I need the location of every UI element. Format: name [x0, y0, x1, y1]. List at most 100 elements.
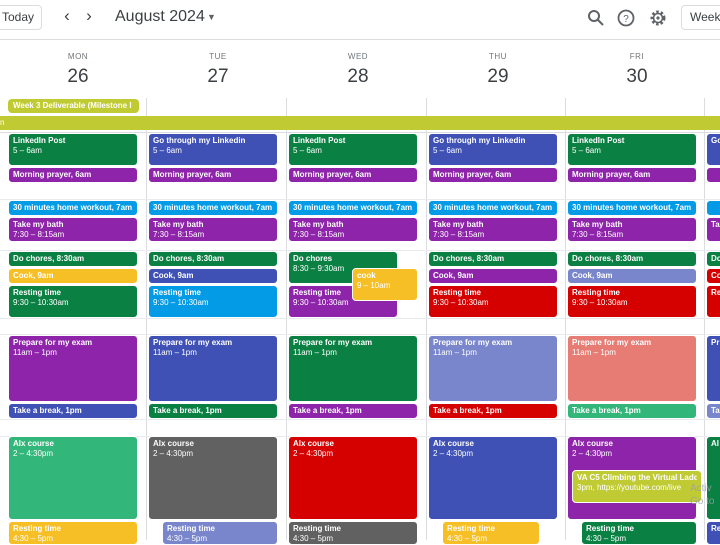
day-header-tue[interactable]: TUE 27	[148, 40, 288, 98]
event-resting-time-2[interactable]: Resting time 4:30 – 5pm	[8, 521, 138, 545]
event-resting-time-2[interactable]: Resting time 4:30 – 5pm	[288, 521, 418, 545]
event-sat-5[interactable]: Do	[706, 251, 720, 267]
event-resting-time[interactable]: Resting time 9:30 – 10:30am	[428, 285, 558, 318]
event-linkedin-post[interactable]: LinkedIn Post 5 – 6am	[567, 133, 697, 166]
event-home-workout[interactable]: 30 minutes home workout, 7am	[288, 200, 418, 216]
day-header-wed[interactable]: WED 28	[288, 40, 428, 98]
event-sat-11[interactable]: Re	[706, 521, 720, 545]
event-prepare-exam[interactable]: Prepare for my exam 11am – 1pm	[148, 335, 278, 402]
day-header-mon[interactable]: MON 26	[8, 40, 148, 98]
event-go-through-linkedin[interactable]: Go through my Linkedin 5 – 6am	[428, 133, 558, 166]
event-morning-prayer[interactable]: Morning prayer, 6am	[8, 167, 138, 183]
event-prepare-exam[interactable]: Prepare for my exam 11am – 1pm	[8, 335, 138, 402]
event-do-chores[interactable]: Do chores, 8:30am	[8, 251, 138, 267]
event-alx-course[interactable]: Alx course 2 – 4:30pm	[428, 436, 558, 520]
event-home-workout[interactable]: 30 minutes home workout, 7am	[8, 200, 138, 216]
event-title: Take a break, 1pm	[433, 406, 502, 415]
event-linkedin-post[interactable]: LinkedIn Post 5 – 6am	[8, 133, 138, 166]
event-va-climbing-ladder[interactable]: VA C5 Climbing the Virtual Ladder 3pm, h…	[572, 470, 702, 503]
event-morning-prayer[interactable]: Morning prayer, 6am	[288, 167, 418, 183]
event-sat-6[interactable]: Co	[706, 268, 720, 284]
event-cook[interactable]: Cook, 9am	[148, 268, 278, 284]
event-do-chores[interactable]: Do chores, 8:30am	[148, 251, 278, 267]
event-take-break[interactable]: Take a break, 1pm	[288, 403, 418, 419]
event-resting-time-2[interactable]: Resting time 4:30 – 5pm	[442, 521, 540, 545]
event-take-bath[interactable]: Take my bath 7:30 – 8:15am	[288, 217, 418, 242]
event-take-bath[interactable]: Take my bath 7:30 – 8:15am	[8, 217, 138, 242]
event-prepare-exam[interactable]: Prepare for my exam 11am – 1pm	[428, 335, 558, 402]
gear-icon[interactable]	[648, 8, 668, 28]
event-home-workout[interactable]: 30 minutes home workout, 7am	[148, 200, 278, 216]
event-resting-time-2[interactable]: Resting time 4:30 – 5pm	[581, 521, 697, 545]
search-icon[interactable]	[586, 8, 606, 28]
event-sat-2[interactable]	[706, 167, 720, 183]
event-cook[interactable]: Cook, 9am	[428, 268, 558, 284]
event-time: 2 – 4:30pm	[153, 449, 194, 458]
event-sat-8[interactable]: Pr	[706, 335, 720, 402]
chevron-right-icon[interactable]: ›	[79, 6, 99, 28]
month-title[interactable]: August 2024	[115, 8, 205, 26]
event-morning-prayer[interactable]: Morning prayer, 6am	[148, 167, 278, 183]
event-sat-3[interactable]	[706, 200, 720, 216]
event-home-workout[interactable]: 30 minutes home workout, 7am	[567, 200, 697, 216]
day-number[interactable]: 28	[288, 66, 428, 88]
multiday-event-bar[interactable]: n	[0, 116, 720, 130]
event-sat-4[interactable]: Ta	[706, 217, 720, 242]
event-cook[interactable]: Cook, 9am	[567, 268, 697, 284]
event-title: 30 minutes home workout, 7am	[293, 203, 413, 212]
event-take-bath[interactable]: Take my bath 7:30 – 8:15am	[148, 217, 278, 242]
day-header-fri[interactable]: FRI 30	[567, 40, 707, 98]
chevron-left-icon[interactable]: ‹	[57, 6, 77, 28]
day-number[interactable]: 27	[148, 66, 288, 88]
event-time: 7:30 – 8:15am	[293, 230, 345, 239]
event-title: Re	[711, 524, 720, 533]
event-do-chores[interactable]: Do chores, 8:30am	[567, 251, 697, 267]
allday-event-milestone[interactable]: Week 3 Deliverable (Milestone I	[8, 99, 139, 113]
event-morning-prayer[interactable]: Morning prayer, 6am	[567, 167, 697, 183]
event-linkedin-post[interactable]: LinkedIn Post 5 – 6am	[288, 133, 418, 166]
event-alx-course[interactable]: Alx course 2 – 4:30pm	[148, 436, 278, 520]
event-take-bath[interactable]: Take my bath 7:30 – 8:15am	[428, 217, 558, 242]
event-time: 11am – 1pm	[293, 348, 337, 357]
event-title: Take my bath	[433, 220, 484, 229]
event-sat-7[interactable]: Re	[706, 285, 720, 318]
event-sat-1[interactable]: Go	[706, 133, 720, 166]
event-time: 4:30 – 5pm	[167, 534, 208, 543]
help-icon[interactable]: ?	[616, 8, 636, 28]
event-resting-time[interactable]: Resting time 9:30 – 10:30am	[567, 285, 697, 318]
event-resting-time[interactable]: Resting time 9:30 – 10:30am	[8, 285, 138, 318]
event-morning-prayer[interactable]: Morning prayer, 6am	[428, 167, 558, 183]
event-title: Resting time	[293, 524, 342, 533]
event-sat-9[interactable]: Ta	[706, 403, 720, 419]
event-title: Prepare for my exam	[153, 338, 233, 347]
event-alx-course[interactable]: Alx course 2 – 4:30pm	[8, 436, 138, 520]
event-take-break[interactable]: Take a break, 1pm	[148, 403, 278, 419]
event-do-chores[interactable]: Do chores, 8:30am	[428, 251, 558, 267]
view-selector-button[interactable]: Week	[681, 5, 720, 30]
day-number[interactable]: 29	[428, 66, 568, 88]
day-header-thu[interactable]: THU 29	[428, 40, 568, 98]
event-alx-course[interactable]: Alx course 2 – 4:30pm	[288, 436, 418, 520]
event-go-through-linkedin[interactable]: Go through my Linkedin 5 – 6am	[148, 133, 278, 166]
event-cook[interactable]: Cook, 9am	[8, 268, 138, 284]
event-take-break[interactable]: Take a break, 1pm	[567, 403, 697, 419]
event-prepare-exam[interactable]: Prepare for my exam 11am – 1pm	[567, 335, 697, 402]
day-of-week: TUE	[209, 52, 227, 61]
event-time: 9:30 – 10:30am	[153, 298, 209, 307]
today-button[interactable]: Today	[0, 5, 42, 30]
day-number[interactable]: 26	[8, 66, 148, 88]
event-title: Alx course	[293, 439, 334, 448]
event-take-break[interactable]: Take a break, 1pm	[8, 403, 138, 419]
event-resting-time[interactable]: Resting time 9:30 – 10:30am	[148, 285, 278, 318]
event-title: Take my bath	[572, 220, 623, 229]
event-title: Prepare for my exam	[293, 338, 373, 347]
event-take-break[interactable]: Take a break, 1pm	[428, 403, 558, 419]
event-cook[interactable]: cook 9 – 10am	[352, 268, 418, 301]
event-resting-time-2[interactable]: Resting time 4:30 – 5pm	[162, 521, 278, 545]
event-title: Al	[711, 439, 719, 448]
caret-down-icon[interactable]: ▼	[207, 12, 216, 22]
event-home-workout[interactable]: 30 minutes home workout, 7am	[428, 200, 558, 216]
event-take-bath[interactable]: Take my bath 7:30 – 8:15am	[567, 217, 697, 242]
day-number[interactable]: 30	[567, 66, 707, 88]
event-prepare-exam[interactable]: Prepare for my exam 11am – 1pm	[288, 335, 418, 402]
